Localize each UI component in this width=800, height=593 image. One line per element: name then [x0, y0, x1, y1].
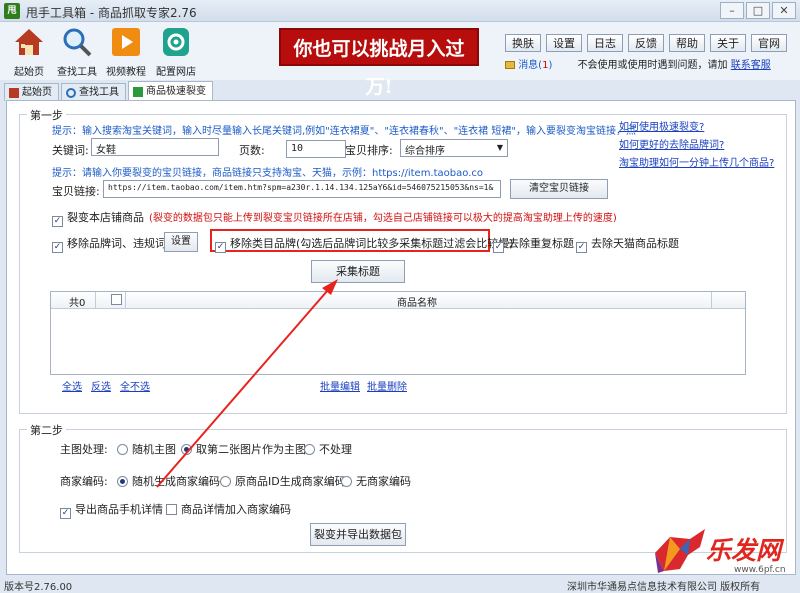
watermark-brand: 乐发网 — [706, 536, 782, 565]
annotation-arrow — [156, 279, 338, 488]
watermark-url: www.6pf.cn — [734, 565, 786, 575]
status-bar: 版本号2.76.00 深圳市华通易点信息技术有限公司 版权所有 — [0, 577, 800, 593]
bull-logo-icon — [655, 529, 705, 573]
watermark-logo: 乐发网 www.6pf.cn — [650, 525, 794, 577]
